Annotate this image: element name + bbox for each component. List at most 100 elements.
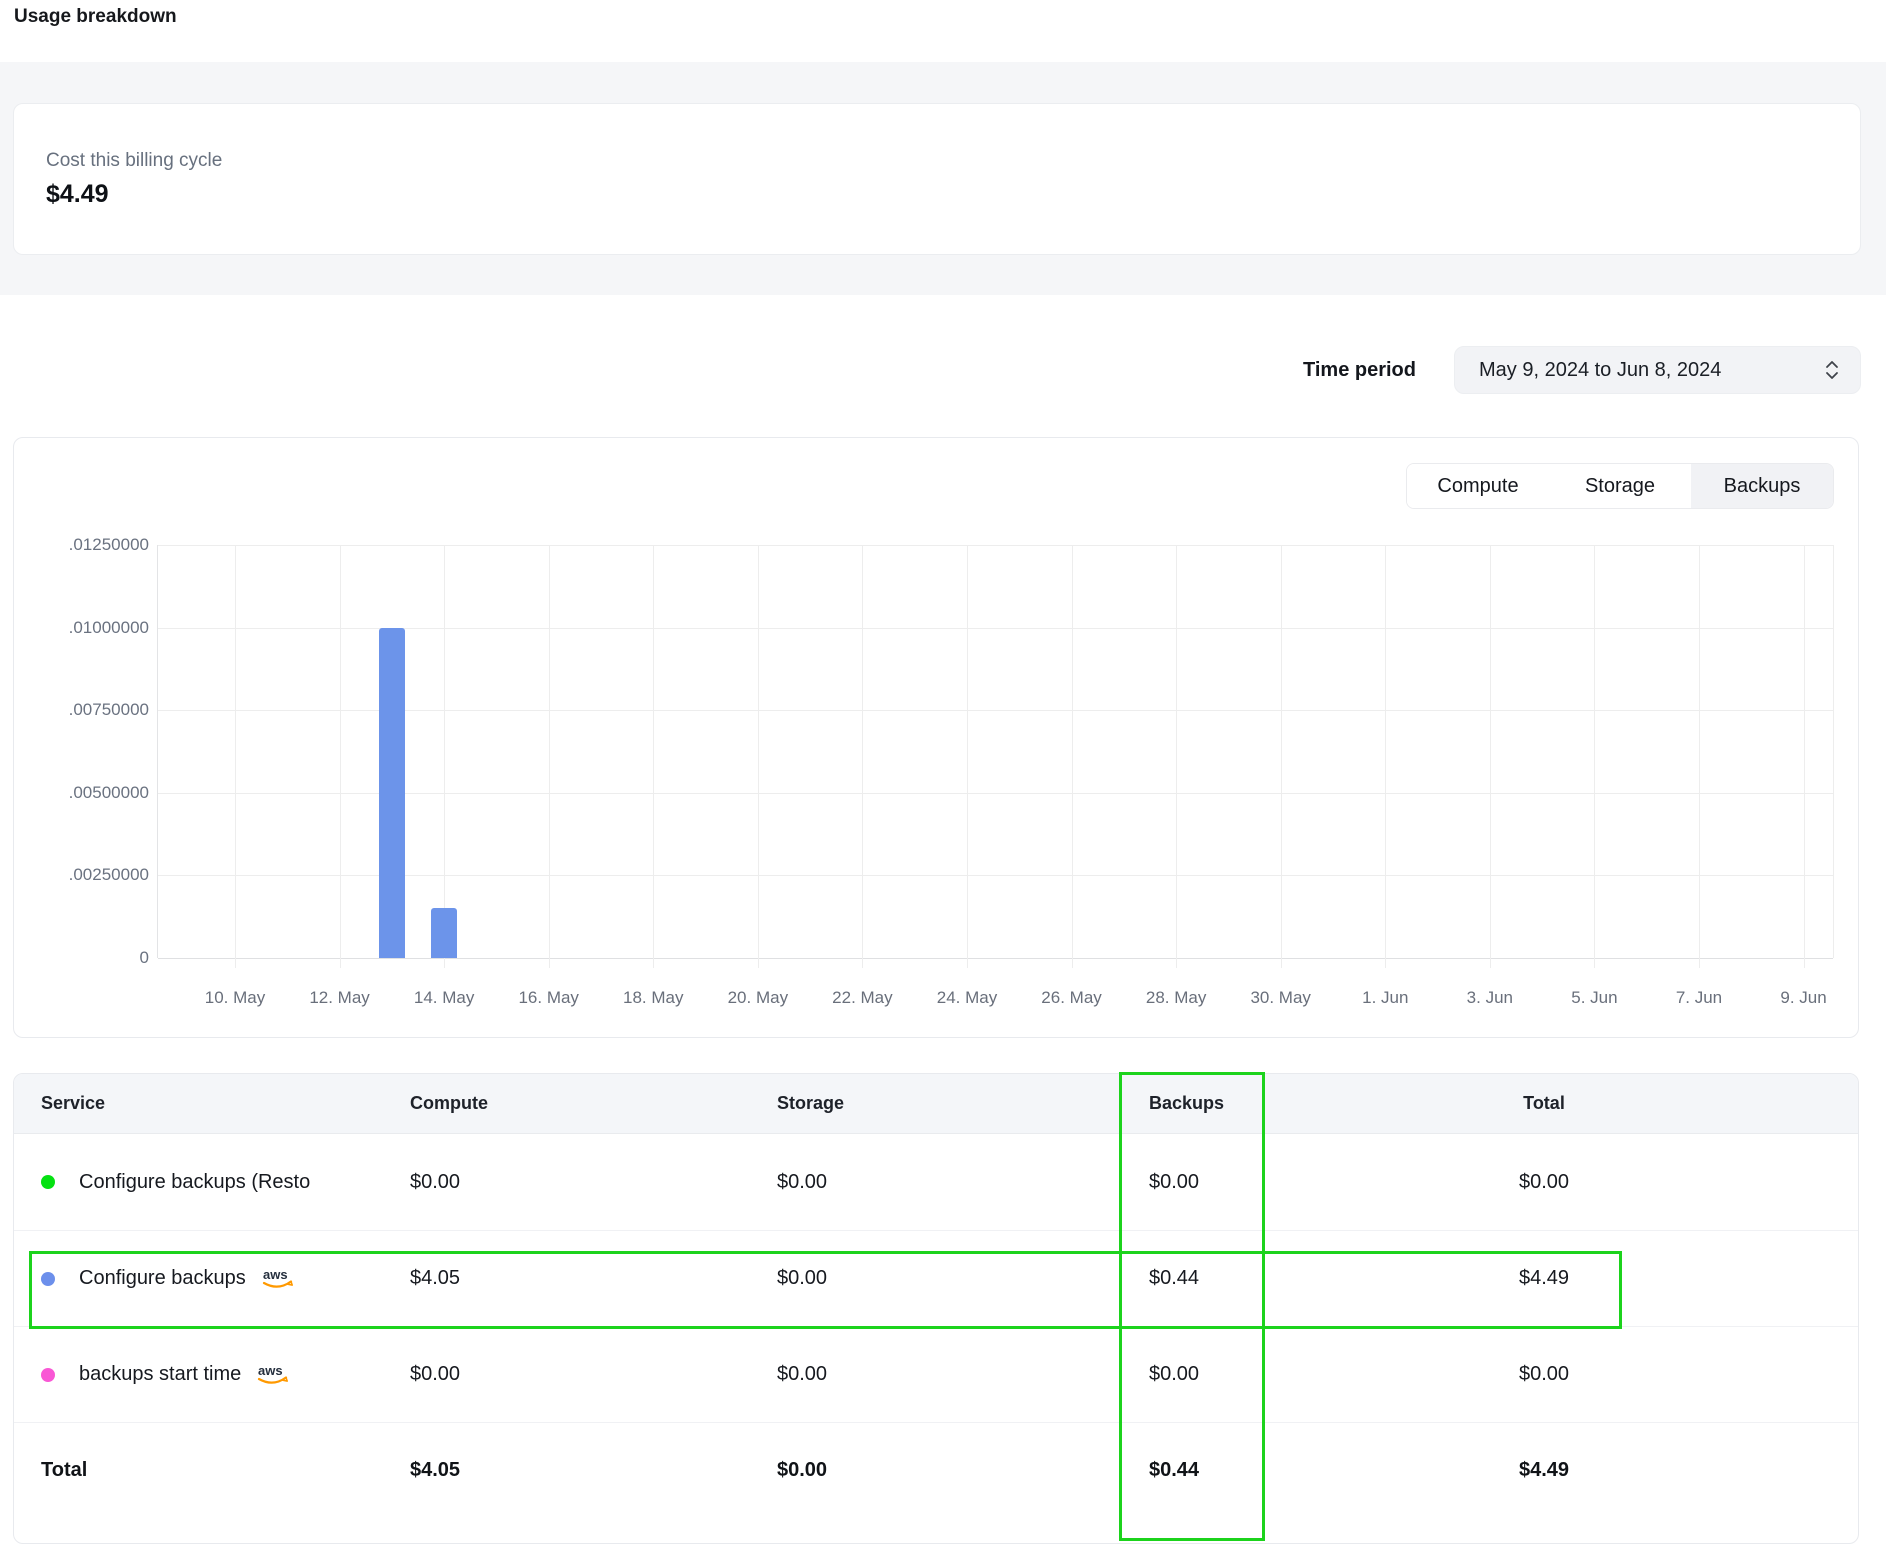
table-row: Configure backups (Resto $0.00 $0.00 $0.… xyxy=(14,1134,1858,1230)
y-tick-label: .01000000 xyxy=(69,618,149,638)
cell-storage: $0.00 xyxy=(777,1267,1149,1290)
billing-cycle-label: Cost this billing cycle xyxy=(46,150,1860,172)
h-gridline xyxy=(158,958,1833,959)
page-title: Usage breakdown xyxy=(14,6,177,28)
time-period-select[interactable]: May 9, 2024 to Jun 8, 2024 xyxy=(1454,346,1861,394)
service-name: Configure backups xyxy=(79,1267,246,1290)
aws-icon: aws xyxy=(255,1362,293,1388)
cell-backups: $0.00 xyxy=(1149,1363,1349,1386)
table-total-row: Total $4.05 $0.00 $0.44 $4.49 xyxy=(14,1422,1858,1518)
billing-summary-band: Cost this billing cycle $4.49 xyxy=(0,62,1886,295)
total-compute: $4.05 xyxy=(410,1459,777,1482)
h-gridline xyxy=(158,710,1833,711)
x-tick-label: 12. May xyxy=(309,988,369,1008)
v-gridline xyxy=(444,545,445,968)
x-tick-label: 1. Jun xyxy=(1362,988,1408,1008)
col-header-storage: Storage xyxy=(777,1093,1149,1114)
cell-total: $0.00 xyxy=(1349,1363,1739,1386)
x-tick-label: 7. Jun xyxy=(1676,988,1722,1008)
x-tick-label: 28. May xyxy=(1146,988,1206,1008)
v-gridline xyxy=(235,545,236,968)
x-tick-label: 30. May xyxy=(1250,988,1310,1008)
service-dot xyxy=(41,1175,55,1189)
x-tick-label: 22. May xyxy=(832,988,892,1008)
x-tick-label: 3. Jun xyxy=(1467,988,1513,1008)
x-tick-label: 10. May xyxy=(205,988,265,1008)
usage-table-card: Service Compute Storage Backups Total Co… xyxy=(13,1073,1859,1544)
y-tick-label: .00250000 xyxy=(69,865,149,885)
tab-compute[interactable]: Compute xyxy=(1407,464,1549,508)
x-tick-label: 20. May xyxy=(728,988,788,1008)
y-tick-label: 0 xyxy=(140,948,149,968)
v-gridline xyxy=(1594,545,1595,968)
v-gridline xyxy=(1804,545,1805,968)
cell-compute: $0.00 xyxy=(410,1171,777,1194)
chart-tab-group: Compute Storage Backups xyxy=(1406,463,1834,509)
x-tick-label: 24. May xyxy=(937,988,997,1008)
svg-text:aws: aws xyxy=(263,1267,288,1282)
aws-icon: aws xyxy=(260,1266,298,1292)
tab-storage[interactable]: Storage xyxy=(1549,464,1691,508)
v-gridline xyxy=(1385,545,1386,968)
total-label: Total xyxy=(41,1459,410,1482)
cell-compute: $4.05 xyxy=(410,1267,777,1290)
x-tick-label: 18. May xyxy=(623,988,683,1008)
x-tick-label: 26. May xyxy=(1041,988,1101,1008)
x-tick-label: 5. Jun xyxy=(1571,988,1617,1008)
h-gridline xyxy=(158,545,1833,546)
tab-backups[interactable]: Backups xyxy=(1691,464,1833,508)
x-tick-label: 14. May xyxy=(414,988,474,1008)
v-gridline xyxy=(549,545,550,968)
total-total: $4.49 xyxy=(1349,1459,1739,1482)
cell-backups: $0.00 xyxy=(1149,1171,1349,1194)
v-gridline xyxy=(967,545,968,968)
chart-bar[interactable] xyxy=(431,908,457,958)
table-row: backups start time aws $0.00 $0.00 $0.00… xyxy=(14,1326,1858,1422)
y-axis-labels: .01250000.01000000.00750000.00500000.002… xyxy=(30,545,149,958)
col-header-compute: Compute xyxy=(410,1093,777,1114)
v-gridline xyxy=(1281,545,1282,968)
total-backups: $0.44 xyxy=(1149,1459,1349,1482)
v-gridline xyxy=(758,545,759,968)
v-gridline xyxy=(1176,545,1177,968)
cell-backups: $0.44 xyxy=(1149,1267,1349,1290)
col-header-backups: Backups xyxy=(1149,1093,1349,1114)
cell-compute: $0.00 xyxy=(410,1363,777,1386)
chart-bar[interactable] xyxy=(379,628,405,958)
cell-storage: $0.00 xyxy=(777,1171,1149,1194)
time-period-row: Time period May 9, 2024 to Jun 8, 2024 xyxy=(0,346,1861,394)
chevron-updown-icon xyxy=(1824,359,1840,381)
time-period-value: May 9, 2024 to Jun 8, 2024 xyxy=(1479,359,1721,382)
table-header-row: Service Compute Storage Backups Total xyxy=(14,1074,1858,1134)
service-dot xyxy=(41,1368,55,1382)
cell-storage: $0.00 xyxy=(777,1363,1149,1386)
col-header-service: Service xyxy=(41,1093,410,1114)
billing-cycle-card: Cost this billing cycle $4.49 xyxy=(13,103,1861,255)
time-period-label: Time period xyxy=(1303,359,1416,382)
v-gridline xyxy=(862,545,863,968)
service-name: Configure backups (Resto xyxy=(79,1171,310,1194)
h-gridline xyxy=(158,793,1833,794)
x-tick-label: 16. May xyxy=(518,988,578,1008)
service-dot xyxy=(41,1272,55,1286)
svg-text:aws: aws xyxy=(258,1363,283,1378)
v-gridline xyxy=(340,545,341,968)
service-name: backups start time xyxy=(79,1363,241,1386)
billing-cycle-amount: $4.49 xyxy=(46,180,1860,209)
usage-chart-card: Compute Storage Backups .01250000 .010000… xyxy=(13,437,1859,1038)
plot-area: 10. May12. May14. May16. May18. May20. M… xyxy=(157,545,1834,958)
v-gridline xyxy=(1490,545,1491,968)
v-gridline xyxy=(1699,545,1700,968)
cell-total: $0.00 xyxy=(1349,1171,1739,1194)
y-tick-label: .00500000 xyxy=(69,783,149,803)
v-gridline xyxy=(653,545,654,968)
total-storage: $0.00 xyxy=(777,1459,1149,1482)
y-tick-label: .01250000 xyxy=(69,535,149,555)
x-tick-label: 9. Jun xyxy=(1780,988,1826,1008)
table-row: Configure backups aws $4.05 $0.00 $0.44 … xyxy=(14,1230,1858,1326)
h-gridline xyxy=(158,628,1833,629)
h-gridline xyxy=(158,875,1833,876)
y-tick-label: .00750000 xyxy=(69,700,149,720)
cell-total: $4.49 xyxy=(1349,1267,1739,1290)
col-header-total: Total xyxy=(1349,1093,1739,1114)
